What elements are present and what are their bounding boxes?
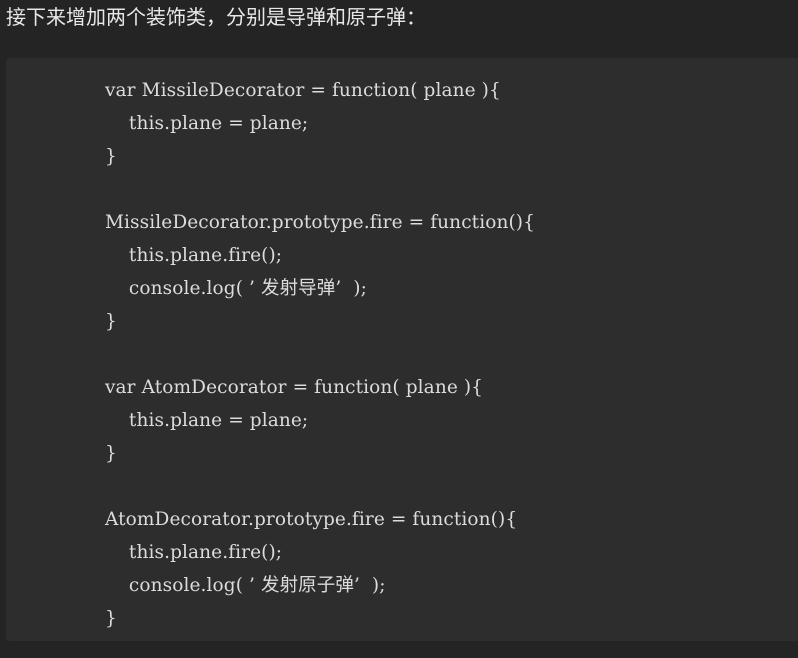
code-block: var MissileDecorator = function( plane )…: [6, 58, 798, 641]
code-line: this.plane = plane;: [105, 410, 309, 431]
code-line: AtomDecorator.prototype.fire = function(…: [105, 509, 518, 530]
code-line: this.plane = plane;: [105, 113, 309, 134]
intro-text: 接下来增加两个装饰类，分别是导弹和原子弹：: [6, 5, 426, 29]
code-line: var MissileDecorator = function( plane )…: [105, 80, 501, 101]
code-lines: var MissileDecorator = function( plane )…: [105, 74, 535, 635]
code-line: console.log( ’ 发射导弹’ );: [105, 278, 367, 299]
code-line: }: [105, 146, 117, 167]
code-line: console.log( ’ 发射原子弹’ );: [105, 575, 386, 596]
code-line: }: [105, 608, 117, 629]
code-line: this.plane.fire();: [105, 245, 283, 266]
code-line: MissileDecorator.prototype.fire = functi…: [105, 212, 535, 233]
code-line: this.plane.fire();: [105, 542, 283, 563]
code-line: }: [105, 443, 117, 464]
code-line: }: [105, 311, 117, 332]
code-line: var AtomDecorator = function( plane ){: [105, 377, 484, 398]
